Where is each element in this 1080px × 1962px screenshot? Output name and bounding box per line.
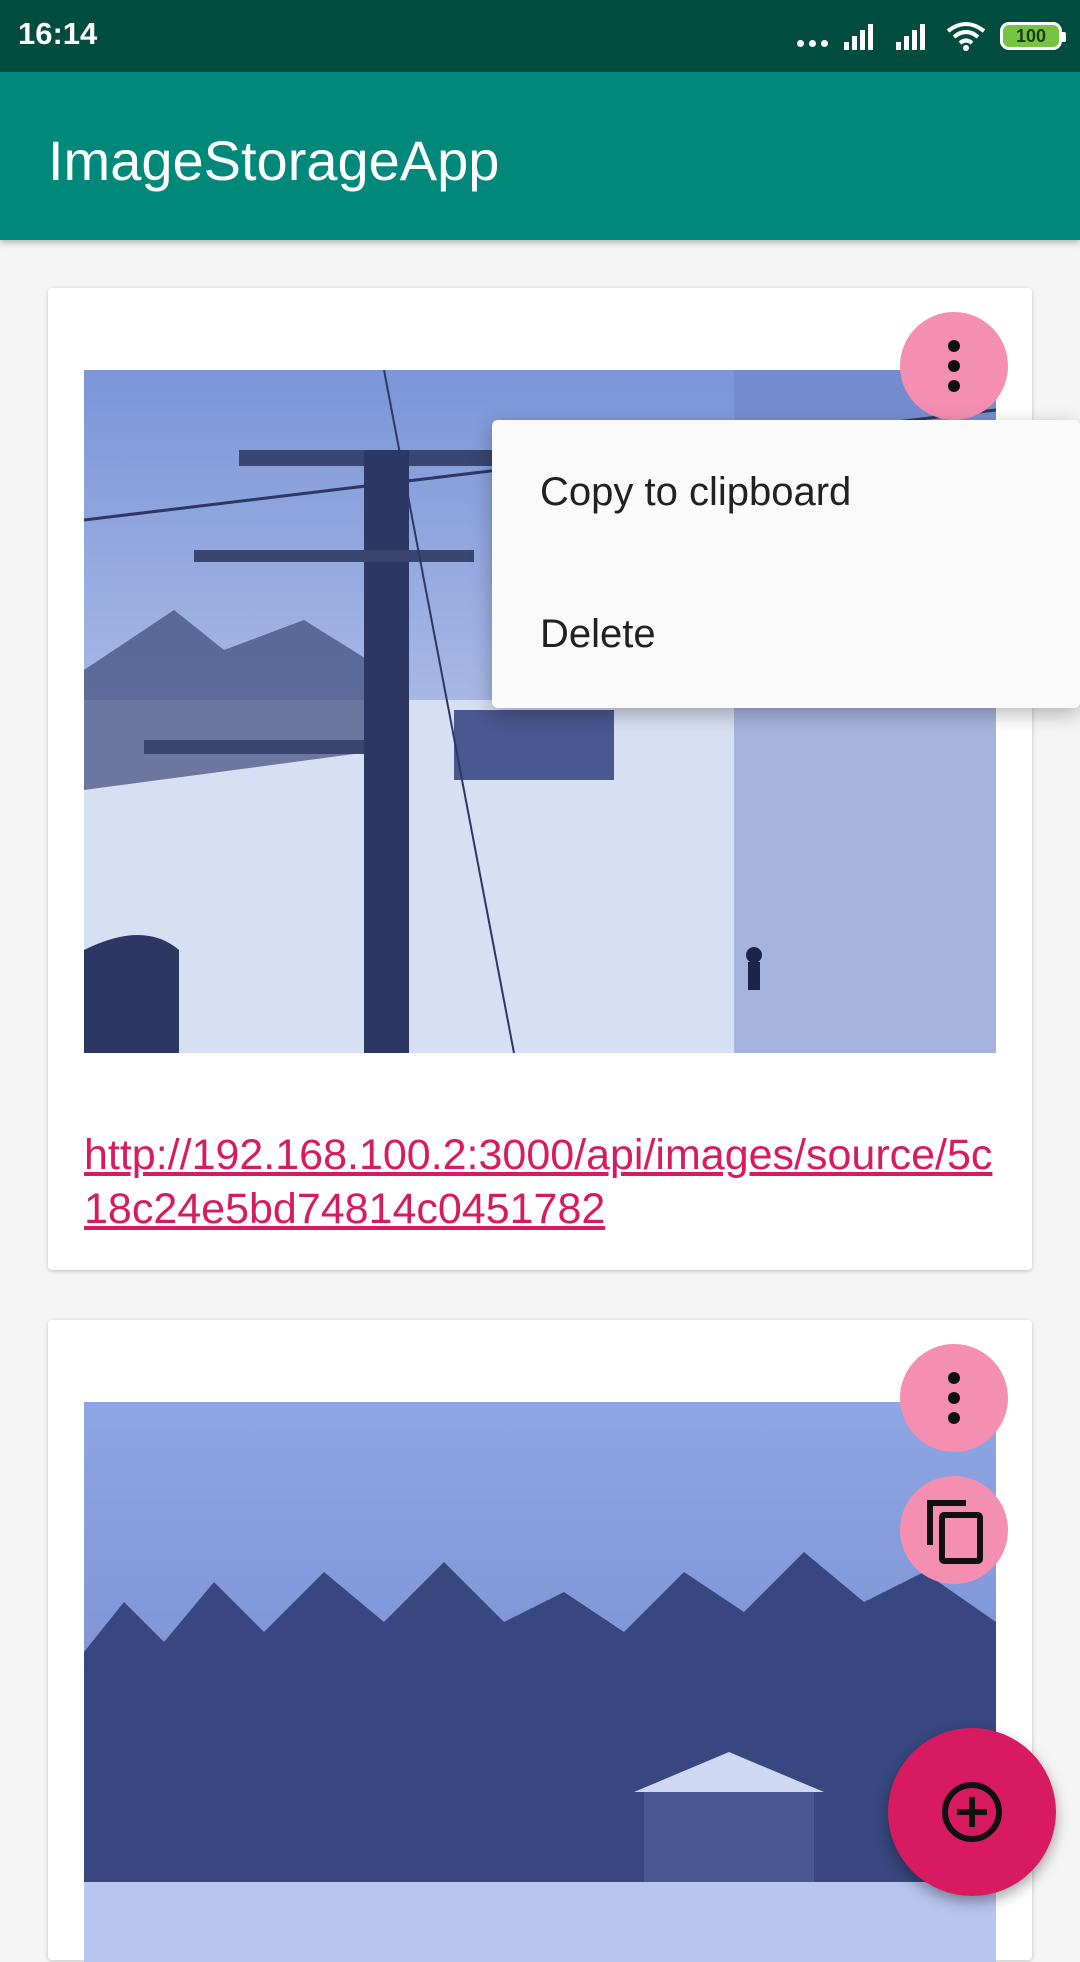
popup-menu: Copy to clipboard Delete [492,420,1080,708]
more-vert-icon [948,340,960,392]
more-options-button[interactable] [900,312,1008,420]
snowy-trees-photo[interactable] [84,1402,996,1962]
signal-icon [896,24,925,50]
app-bar: ImageStorageApp [0,72,1080,240]
wifi-icon [946,22,986,51]
status-icons: 100 [797,18,1066,54]
image-link[interactable]: http://192.168.100.2:3000/api/images/sou… [84,1128,996,1236]
status-bar: 16:14 100 [0,0,1080,72]
add-circle-icon [942,1782,1002,1842]
signal-icon [844,24,873,50]
more-options-button[interactable] [900,1344,1008,1452]
more-vert-icon [948,1372,960,1424]
status-time: 16:14 [18,16,98,51]
battery-icon: 100 [1000,22,1066,50]
app-title: ImageStorageApp [48,129,500,192]
dots-icon [797,25,828,47]
menu-item-copy-to-clipboard[interactable]: Copy to clipboard [540,470,851,515]
copy-button[interactable] [900,1476,1008,1584]
add-image-fab[interactable] [888,1728,1056,1896]
copy-icon [927,1500,983,1564]
image-card [48,1320,1032,1962]
menu-item-delete[interactable]: Delete [540,612,656,657]
battery-level: 100 [1015,25,1047,46]
